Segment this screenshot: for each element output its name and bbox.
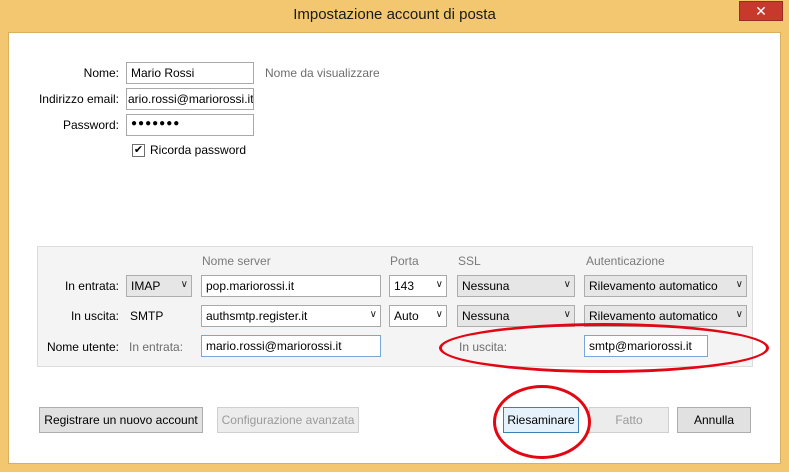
incoming-protocol-select[interactable]: IMAP ∨ xyxy=(126,275,192,297)
chevron-down-icon: ∨ xyxy=(180,279,188,290)
incoming-port-select[interactable]: 143 ∨ xyxy=(389,275,447,297)
cancel-button[interactable]: Annulla xyxy=(677,407,751,433)
chevron-down-icon: ∨ xyxy=(563,279,571,290)
email-label: Indirizzo email: xyxy=(38,92,119,106)
close-button[interactable]: ✕ xyxy=(739,1,783,21)
incoming-port-value: 143 xyxy=(394,279,415,293)
outgoing-auth-value: Rilevamento automatico xyxy=(589,309,718,323)
window-title: Impostazione account di posta xyxy=(293,6,496,23)
remember-password-label: Ricorda password xyxy=(150,143,247,157)
outgoing-server-select[interactable]: authsmtp.register.it ∨ xyxy=(201,305,381,327)
incoming-ssl-value: Nessuna xyxy=(462,279,510,293)
incoming-label: In entrata: xyxy=(64,279,119,293)
incoming-auth-select[interactable]: Rilevamento automatico ∨ xyxy=(584,275,747,297)
username-label: Nome utente: xyxy=(46,340,119,354)
chevron-down-icon: ∨ xyxy=(435,279,443,290)
annotation-ellipse-outgoing-username xyxy=(439,323,769,373)
checkmark-icon: ✔ xyxy=(133,144,144,156)
column-header-port: Porta xyxy=(390,254,419,268)
column-header-auth: Autenticazione xyxy=(586,254,665,268)
chevron-down-icon: ∨ xyxy=(369,309,377,320)
name-input[interactable]: Mario Rossi xyxy=(126,62,254,84)
incoming-server-input[interactable]: pop.mariorossi.it xyxy=(201,275,381,297)
outgoing-protocol: SMTP xyxy=(130,309,164,323)
outgoing-port-value: Auto xyxy=(394,309,419,323)
name-hint: Nome da visualizzare xyxy=(265,66,380,80)
advanced-config-button[interactable]: Configurazione avanzata xyxy=(217,407,359,433)
chevron-down-icon: ∨ xyxy=(563,309,571,320)
title-bar: Impostazione account di posta ✕ xyxy=(0,0,789,32)
incoming-ssl-select[interactable]: Nessuna ∨ xyxy=(457,275,575,297)
outgoing-label: In uscita: xyxy=(70,309,119,323)
column-header-server: Nome server xyxy=(202,254,271,268)
outgoing-port-select[interactable]: Auto ∨ xyxy=(389,305,447,327)
outgoing-server-value: authsmtp.register.it xyxy=(206,309,308,323)
column-header-ssl: SSL xyxy=(458,254,481,268)
register-new-account-button[interactable]: Registrare un nuovo account xyxy=(39,407,203,433)
username-incoming-input[interactable]: mario.rossi@mariorossi.it xyxy=(201,335,381,357)
remember-password-checkbox[interactable]: ✔ xyxy=(132,144,145,157)
done-button[interactable]: Fatto xyxy=(589,407,669,433)
incoming-auth-value: Rilevamento automatico xyxy=(589,279,718,293)
incoming-protocol-value: IMAP xyxy=(131,279,161,293)
chevron-down-icon: ∨ xyxy=(735,309,743,320)
outgoing-ssl-value: Nessuna xyxy=(462,309,510,323)
chevron-down-icon: ∨ xyxy=(735,279,743,290)
password-label: Password: xyxy=(62,118,119,132)
annotation-ellipse-retest xyxy=(493,385,591,459)
mail-account-setup-window: Impostazione account di posta ✕ Nome: Ma… xyxy=(0,0,789,472)
name-label: Nome: xyxy=(83,66,119,80)
chevron-down-icon: ∨ xyxy=(435,309,443,320)
dialog-body: Nome: Mario Rossi Nome da visualizzare I… xyxy=(8,32,781,464)
close-icon: ✕ xyxy=(755,2,767,19)
email-input[interactable]: ario.rossi@mariorossi.it xyxy=(126,88,254,110)
password-input[interactable]: ●●●●●●● xyxy=(126,114,254,136)
username-incoming-label: In entrata: xyxy=(129,340,184,354)
